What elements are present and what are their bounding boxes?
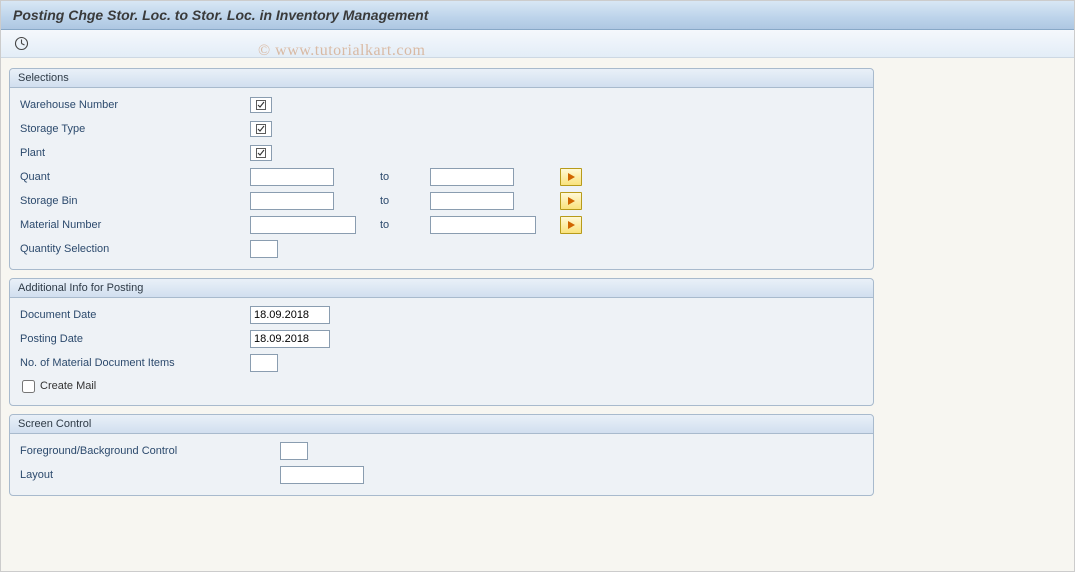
document-date-input[interactable] [250, 306, 330, 324]
row-layout: Layout [20, 463, 863, 487]
content-area: Selections Warehouse Number Storage Type [1, 58, 1074, 506]
storage-bin-from-input[interactable] [250, 192, 334, 210]
required-check-icon [256, 124, 266, 134]
material-number-to-input[interactable] [430, 216, 536, 234]
window-title: Posting Chge Stor. Loc. to Stor. Loc. in… [13, 7, 428, 23]
label-storage-bin: Storage Bin [20, 195, 250, 207]
label-to-quant: to [380, 171, 430, 183]
label-fg-bg: Foreground/Background Control [20, 445, 280, 457]
required-check-icon [256, 148, 266, 158]
warehouse-number-required-indicator[interactable] [250, 97, 272, 113]
required-check-icon [256, 100, 266, 110]
row-document-date: Document Date [20, 303, 863, 327]
label-create-mail: Create Mail [40, 380, 96, 392]
arrow-right-icon [568, 173, 575, 181]
group-posting: Additional Info for Posting Document Dat… [9, 278, 874, 406]
clock-execute-icon [14, 36, 29, 51]
row-material-number: Material Number to [20, 213, 863, 237]
row-no-items: No. of Material Document Items [20, 351, 863, 375]
group-header-selections: Selections [10, 69, 873, 88]
label-layout: Layout [20, 469, 280, 481]
label-plant: Plant [20, 147, 250, 159]
posting-date-input[interactable] [250, 330, 330, 348]
label-to-material-number: to [380, 219, 430, 231]
row-quantity-selection: Quantity Selection [20, 237, 863, 261]
quantity-selection-input[interactable] [250, 240, 278, 258]
row-fg-bg: Foreground/Background Control [20, 439, 863, 463]
arrow-right-icon [568, 221, 575, 229]
label-document-date: Document Date [20, 309, 250, 321]
toolbar [1, 30, 1074, 58]
group-header-posting: Additional Info for Posting [10, 279, 873, 298]
row-create-mail: Create Mail [20, 375, 863, 397]
group-screen-control: Screen Control Foreground/Background Con… [9, 414, 874, 496]
label-material-number: Material Number [20, 219, 250, 231]
material-number-from-input[interactable] [250, 216, 356, 234]
row-warehouse-number: Warehouse Number [20, 93, 863, 117]
plant-required-indicator[interactable] [250, 145, 272, 161]
row-storage-bin: Storage Bin to [20, 189, 863, 213]
quant-to-input[interactable] [430, 168, 514, 186]
label-warehouse-number: Warehouse Number [20, 99, 250, 111]
label-quantity-selection: Quantity Selection [20, 243, 250, 255]
group-selections: Selections Warehouse Number Storage Type [9, 68, 874, 270]
row-storage-type: Storage Type [20, 117, 863, 141]
arrow-right-icon [568, 197, 575, 205]
label-quant: Quant [20, 171, 250, 183]
row-posting-date: Posting Date [20, 327, 863, 351]
label-posting-date: Posting Date [20, 333, 250, 345]
storage-bin-to-input[interactable] [430, 192, 514, 210]
storage-bin-multiple-selection-button[interactable] [560, 192, 582, 210]
label-no-items: No. of Material Document Items [20, 357, 250, 369]
group-header-screen-control: Screen Control [10, 415, 873, 434]
no-items-input[interactable] [250, 354, 278, 372]
material-number-multiple-selection-button[interactable] [560, 216, 582, 234]
layout-input[interactable] [280, 466, 364, 484]
label-storage-type: Storage Type [20, 123, 250, 135]
create-mail-checkbox[interactable] [22, 380, 35, 393]
title-bar: Posting Chge Stor. Loc. to Stor. Loc. in… [1, 1, 1074, 30]
row-quant: Quant to [20, 165, 863, 189]
fg-bg-input[interactable] [280, 442, 308, 460]
quant-multiple-selection-button[interactable] [560, 168, 582, 186]
storage-type-required-indicator[interactable] [250, 121, 272, 137]
row-plant: Plant [20, 141, 863, 165]
quant-from-input[interactable] [250, 168, 334, 186]
execute-button[interactable] [11, 35, 31, 53]
label-to-storage-bin: to [380, 195, 430, 207]
